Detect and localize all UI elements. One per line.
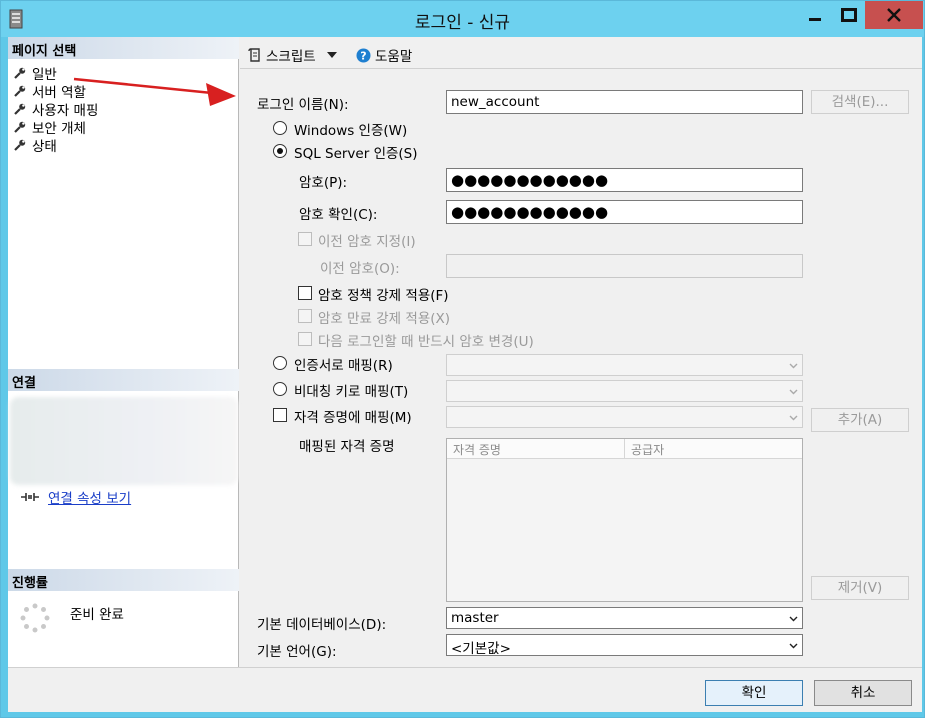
specify-old-password-label: 이전 암호 지정(I) xyxy=(318,234,416,250)
svg-text:?: ? xyxy=(360,49,366,62)
enforce-expiration-checkbox[interactable] xyxy=(298,309,312,323)
asym-key-label: 비대칭 키로 매핑(T) xyxy=(294,384,409,400)
asym-key-radio[interactable] xyxy=(273,382,287,396)
must-change-checkbox[interactable] xyxy=(298,332,312,346)
enforce-policy-label: 암호 정책 강제 적용(F) xyxy=(318,288,449,304)
script-label: 스크립트 xyxy=(266,49,316,65)
page-select-header: 페이지 선택 xyxy=(8,37,239,59)
cert-map-label: 인증서로 매핑(R) xyxy=(294,358,393,374)
sql-auth-label: SQL Server 인증(S) xyxy=(294,146,418,162)
enforce-policy-checkbox[interactable] xyxy=(298,286,312,300)
cancel-button[interactable]: 취소 xyxy=(814,680,912,706)
view-connection-properties[interactable]: 연결 속성 보기 xyxy=(20,487,131,507)
password-label: 암호(P): xyxy=(299,175,348,191)
chevron-down-icon xyxy=(326,52,337,58)
mapped-credentials-grid[interactable]: 자격 증명 공급자 xyxy=(446,438,803,602)
page-item-label: 보안 개체 xyxy=(32,121,86,137)
grid-header-provider: 공급자 xyxy=(625,439,802,459)
window-title: 로그인 - 신규 xyxy=(414,13,511,33)
confirm-password-input[interactable]: ●●●●●●●●●●●● xyxy=(446,200,803,224)
script-dropdown[interactable]: 스크립트 xyxy=(248,45,338,65)
must-change-label: 다음 로그인할 때 반드시 암호 변경(U) xyxy=(318,334,534,350)
minimize-button[interactable] xyxy=(797,1,833,29)
connection-header: 연결 xyxy=(8,369,239,391)
page-item-label: 상태 xyxy=(32,139,57,155)
chevron-down-icon xyxy=(789,643,798,649)
chevron-down-icon xyxy=(789,363,798,369)
close-button[interactable] xyxy=(865,1,923,29)
dialog-footer: 확인 취소 xyxy=(8,667,922,712)
toolbar: 스크립트 ? 도움말 xyxy=(240,37,922,69)
maximize-icon xyxy=(841,8,857,22)
credential-map-label: 자격 증명에 매핑(M) xyxy=(294,410,412,426)
asym-key-combo[interactable] xyxy=(446,380,803,402)
default-database-value: master xyxy=(451,610,499,626)
windows-auth-label: Windows 인증(W) xyxy=(294,123,408,139)
cert-map-radio[interactable] xyxy=(273,356,287,370)
title-bar: 로그인 - 신규 xyxy=(1,1,924,37)
red-arrow-annotation xyxy=(73,77,236,106)
progress-spinner-icon xyxy=(20,603,50,633)
wrench-icon xyxy=(14,85,26,97)
wrench-icon xyxy=(14,139,26,151)
confirm-password-label: 암호 확인(C): xyxy=(299,207,378,223)
default-language-combo[interactable]: <기본값> xyxy=(446,634,803,657)
view-connection-link[interactable]: 연결 속성 보기 xyxy=(48,487,131,507)
page-item-status[interactable]: 상태 xyxy=(14,136,57,155)
page-item-general[interactable]: 일반 xyxy=(14,64,57,83)
windows-auth-radio[interactable] xyxy=(273,121,287,135)
connection-info-blurred xyxy=(10,397,238,485)
help-label: 도움말 xyxy=(375,49,413,65)
enforce-expiration-label: 암호 만료 강제 적용(X) xyxy=(318,311,451,327)
ok-button[interactable]: 확인 xyxy=(705,680,803,706)
credential-combo[interactable] xyxy=(446,406,803,428)
login-name-input[interactable]: new_account xyxy=(446,90,803,114)
progress-header: 진행률 xyxy=(8,569,239,591)
grid-header-credential: 자격 증명 xyxy=(447,439,625,459)
login-new-dialog: 로그인 - 신규 페이지 선택 일반 서버 역할 사용자 매핑 보안 개체 상태… xyxy=(0,0,925,718)
add-credential-button[interactable]: 추가(A) xyxy=(811,408,909,432)
default-database-combo[interactable]: master xyxy=(446,607,803,629)
chevron-down-icon xyxy=(789,389,798,395)
right-pane: 스크립트 ? 도움말 로그인 이름(N): new_account 검색(E).… xyxy=(240,37,922,667)
minimize-icon xyxy=(809,18,821,21)
search-button[interactable]: 검색(E)... xyxy=(811,90,909,114)
cert-map-combo[interactable] xyxy=(446,354,803,376)
plug-icon xyxy=(21,493,39,501)
sql-auth-radio[interactable] xyxy=(273,144,287,158)
page-item-label: 일반 xyxy=(32,67,57,83)
wrench-icon xyxy=(14,67,26,79)
dialog-client-area: 페이지 선택 일반 서버 역할 사용자 매핑 보안 개체 상태 연결 연결 속성… xyxy=(8,37,922,712)
old-password-input[interactable] xyxy=(446,254,803,278)
specify-old-password-checkbox[interactable] xyxy=(298,232,312,246)
wrench-icon xyxy=(14,103,26,115)
help-button[interactable]: ? 도움말 xyxy=(356,45,412,65)
remove-credential-button[interactable]: 제거(V) xyxy=(811,576,909,600)
progress-status: 준비 완료 xyxy=(70,607,124,623)
credential-map-checkbox[interactable] xyxy=(273,408,287,422)
chevron-down-icon xyxy=(789,415,798,421)
login-name-label: 로그인 이름(N): xyxy=(257,97,349,113)
wrench-icon xyxy=(14,121,26,133)
script-icon xyxy=(248,48,260,62)
default-language-value: <기본값> xyxy=(451,641,511,657)
close-icon xyxy=(887,8,901,22)
old-password-label: 이전 암호(O): xyxy=(320,261,400,277)
page-item-securables[interactable]: 보안 개체 xyxy=(14,118,86,137)
left-pane: 페이지 선택 일반 서버 역할 사용자 매핑 보안 개체 상태 연결 연결 속성… xyxy=(8,37,239,667)
maximize-button[interactable] xyxy=(831,1,867,29)
default-language-label: 기본 언어(G): xyxy=(257,644,337,660)
help-icon: ? xyxy=(356,48,371,62)
default-database-label: 기본 데이터베이스(D): xyxy=(257,617,387,633)
mapped-credentials-label: 매핑된 자격 증명 xyxy=(299,439,395,455)
password-input[interactable]: ●●●●●●●●●●●● xyxy=(446,168,803,192)
chevron-down-icon xyxy=(789,616,798,622)
